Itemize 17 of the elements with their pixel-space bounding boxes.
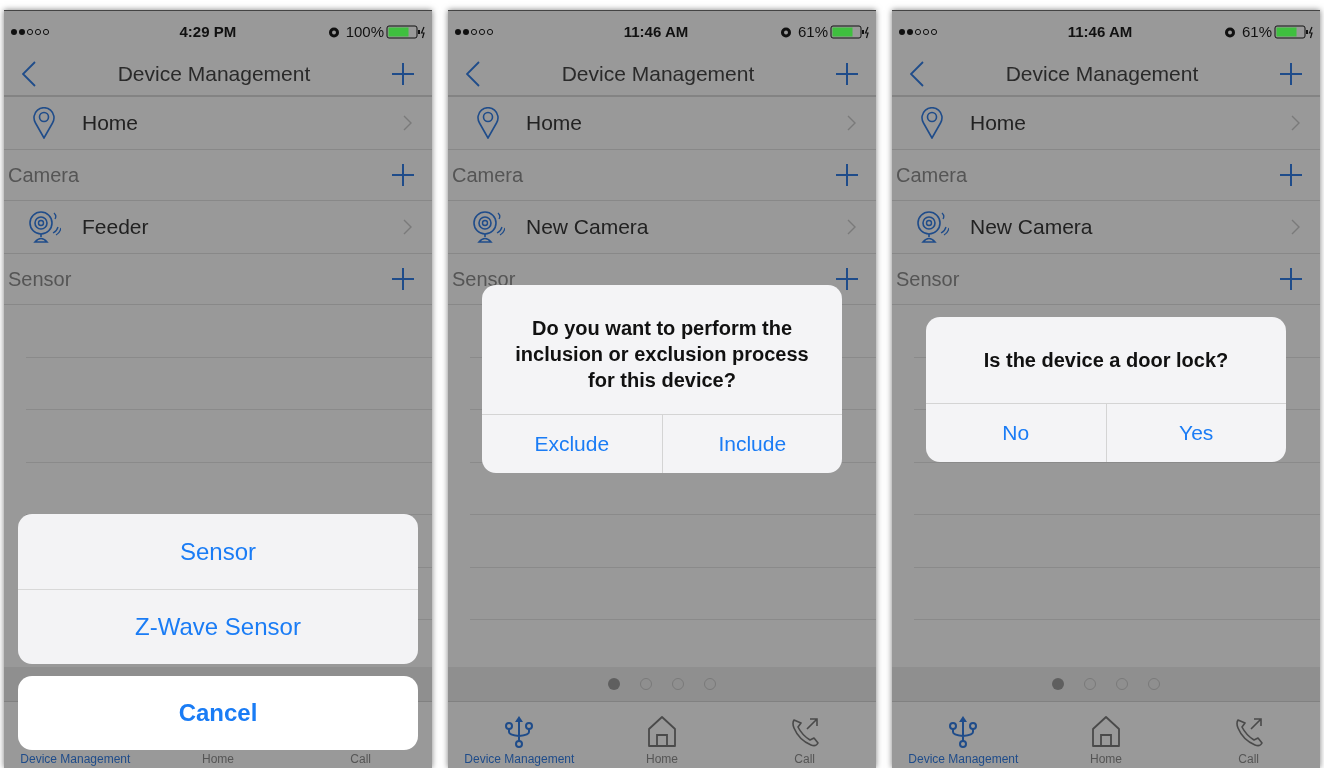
section-header: Camera — [8, 163, 81, 188]
section-header: Sensor — [452, 267, 517, 292]
clock-time: 4:29 PM — [178, 21, 238, 42]
screen-title: Device Management — [1004, 61, 1200, 88]
clock-time: 11:46 AM — [622, 21, 690, 42]
battery-percentage: 61% — [797, 21, 828, 42]
alert-message: Do you want to perform the inclusion or exclusion process for this device? — [514, 316, 810, 393]
section-header: Sensor — [8, 267, 73, 292]
alert-message: Is the device a door lock? — [982, 348, 1230, 373]
screen-title: Device Management — [116, 61, 312, 88]
section-header: Sensor — [896, 267, 961, 292]
section-header: Camera — [452, 163, 525, 188]
battery-percentage: 61% — [1241, 21, 1272, 42]
battery-percentage: 100% — [345, 21, 384, 42]
section-header: Camera — [896, 163, 969, 188]
screen-title: Device Management — [560, 61, 756, 88]
clock-time: 11:46 AM — [1066, 21, 1134, 42]
